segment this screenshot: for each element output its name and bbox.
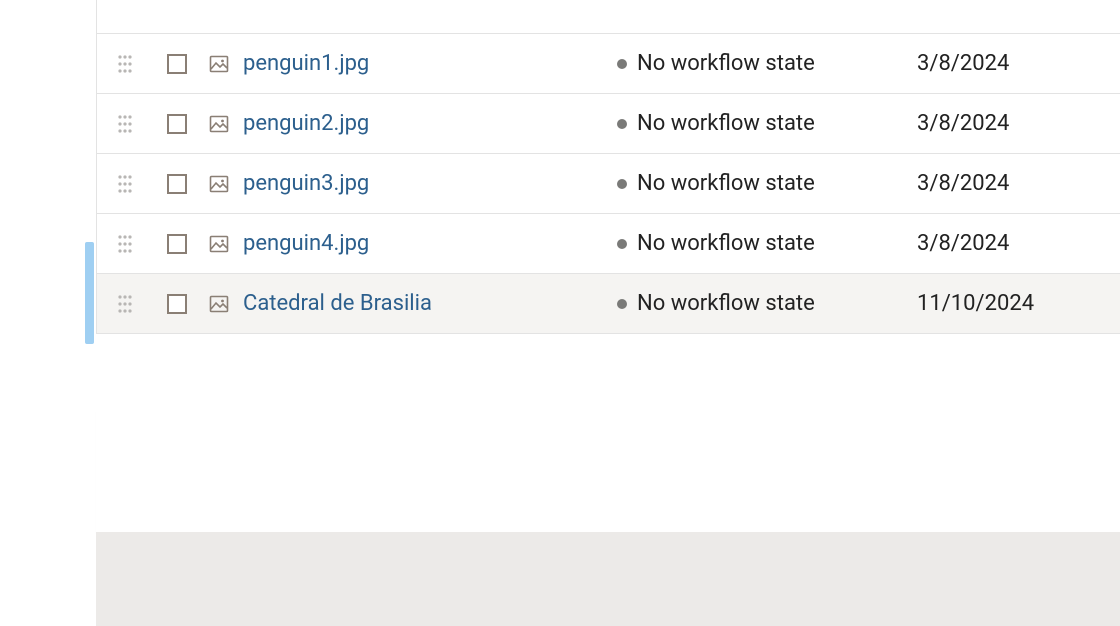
table-row[interactable]: penguin3.jpg No workflow state 3/8/2024 (97, 154, 1120, 214)
date-cell: 3/8/2024 (917, 111, 1087, 136)
workflow-state-cell: No workflow state (617, 231, 917, 256)
drag-handle-icon[interactable] (97, 233, 153, 255)
item-name-link[interactable]: Catedral de Brasilia (243, 291, 432, 316)
drag-handle-icon[interactable] (97, 173, 153, 195)
content-table: penguin1.jpg No workflow state 3/8/2024 … (96, 0, 1120, 334)
workflow-state-cell: No workflow state (617, 111, 917, 136)
row-checkbox-cell[interactable] (153, 174, 201, 194)
row-checkbox[interactable] (167, 294, 187, 314)
table-header-row (97, 0, 1120, 34)
row-checkbox-cell[interactable] (153, 54, 201, 74)
workflow-state-cell: No workflow state (617, 171, 917, 196)
image-type-icon (201, 114, 237, 134)
table-row[interactable]: penguin2.jpg No workflow state 3/8/2024 (97, 94, 1120, 154)
item-name-link[interactable]: penguin2.jpg (243, 111, 369, 136)
image-type-icon (201, 174, 237, 194)
table-row[interactable]: penguin1.jpg No workflow state 3/8/2024 (97, 34, 1120, 94)
drag-handle-icon[interactable] (97, 113, 153, 135)
row-checkbox[interactable] (167, 54, 187, 74)
workflow-state-label: No workflow state (637, 231, 815, 256)
workflow-state-cell: No workflow state (617, 51, 917, 76)
row-checkbox-cell[interactable] (153, 234, 201, 254)
row-checkbox[interactable] (167, 234, 187, 254)
workflow-state-cell: No workflow state (617, 291, 917, 316)
item-name-link[interactable]: penguin3.jpg (243, 171, 369, 196)
left-gutter (0, 0, 96, 626)
table-row[interactable]: Catedral de Brasilia No workflow state 1… (97, 274, 1120, 334)
table-footer-space (96, 402, 1120, 532)
row-checkbox[interactable] (167, 114, 187, 134)
workflow-state-label: No workflow state (637, 171, 815, 196)
item-name-link[interactable]: penguin4.jpg (243, 231, 369, 256)
table-row[interactable]: penguin4.jpg No workflow state 3/8/2024 (97, 214, 1120, 274)
workflow-state-label: No workflow state (637, 51, 815, 76)
image-type-icon (201, 234, 237, 254)
workflow-dot-icon (617, 59, 627, 69)
date-cell: 3/8/2024 (917, 231, 1087, 256)
row-checkbox-cell[interactable] (153, 114, 201, 134)
row-checkbox[interactable] (167, 174, 187, 194)
workflow-state-label: No workflow state (637, 291, 815, 316)
date-cell: 3/8/2024 (917, 51, 1087, 76)
image-type-icon (201, 294, 237, 314)
row-checkbox-cell[interactable] (153, 294, 201, 314)
date-cell: 3/8/2024 (917, 171, 1087, 196)
drop-indicator (85, 242, 94, 344)
workflow-dot-icon (617, 179, 627, 189)
drag-handle-icon[interactable] (97, 53, 153, 75)
workflow-dot-icon (617, 239, 627, 249)
workflow-dot-icon (617, 299, 627, 309)
item-name-link[interactable]: penguin1.jpg (243, 51, 369, 76)
image-type-icon (201, 54, 237, 74)
workflow-dot-icon (617, 119, 627, 129)
workflow-state-label: No workflow state (637, 111, 815, 136)
drag-handle-icon[interactable] (97, 293, 153, 315)
date-cell: 11/10/2024 (917, 291, 1087, 316)
footer-bar (96, 532, 1120, 626)
